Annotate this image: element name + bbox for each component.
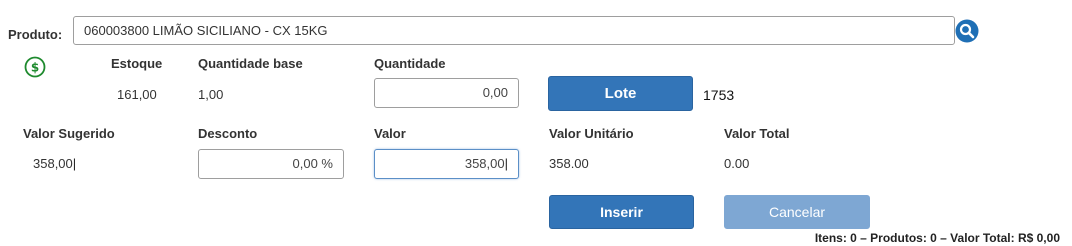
valor-sugerido-label: Valor Sugerido bbox=[23, 126, 115, 141]
valor-sugerido-text: 358,00 bbox=[33, 156, 73, 171]
valor-sugerido-value[interactable]: 358,00 bbox=[33, 156, 76, 171]
quantidade-base-label: Quantidade base bbox=[198, 56, 303, 71]
valor-label: Valor bbox=[374, 126, 406, 141]
svg-text:$: $ bbox=[31, 61, 39, 75]
valor-total-value: 0.00 bbox=[724, 156, 750, 171]
valor-input[interactable]: 358,00 bbox=[374, 149, 519, 179]
lote-value: 1753 bbox=[703, 87, 735, 103]
estoque-label: Estoque bbox=[111, 56, 163, 71]
valor-unitario-value: 358.00 bbox=[549, 156, 589, 171]
desconto-label: Desconto bbox=[198, 126, 258, 141]
valor-unitario-label: Valor Unitário bbox=[549, 126, 634, 141]
quantidade-input[interactable]: 0,00 bbox=[374, 78, 519, 108]
summary-text: Itens: 0 – Produtos: 0 – Valor Total: R$… bbox=[814, 231, 1060, 245]
dollar-circle-icon: $ bbox=[24, 56, 46, 78]
product-field[interactable]: 060003800 LIMÃO SICILIANO - CX 15KG bbox=[73, 16, 955, 45]
inserir-button[interactable]: Inserir bbox=[549, 195, 694, 229]
cancelar-button[interactable]: Cancelar bbox=[724, 195, 870, 229]
estoque-value: 161,00 bbox=[117, 87, 157, 102]
search-icon[interactable] bbox=[955, 19, 979, 43]
text-cursor bbox=[73, 156, 76, 171]
quantidade-label: Quantidade bbox=[374, 56, 446, 71]
desconto-input[interactable]: 0,00 % bbox=[198, 149, 344, 179]
valor-input-text: 358,00 bbox=[464, 156, 505, 171]
valor-total-label: Valor Total bbox=[724, 126, 790, 141]
product-label: Produto: bbox=[8, 27, 63, 42]
text-cursor bbox=[505, 156, 508, 171]
lote-button[interactable]: Lote bbox=[548, 76, 693, 111]
quantidade-base-value: 1,00 bbox=[198, 87, 224, 102]
